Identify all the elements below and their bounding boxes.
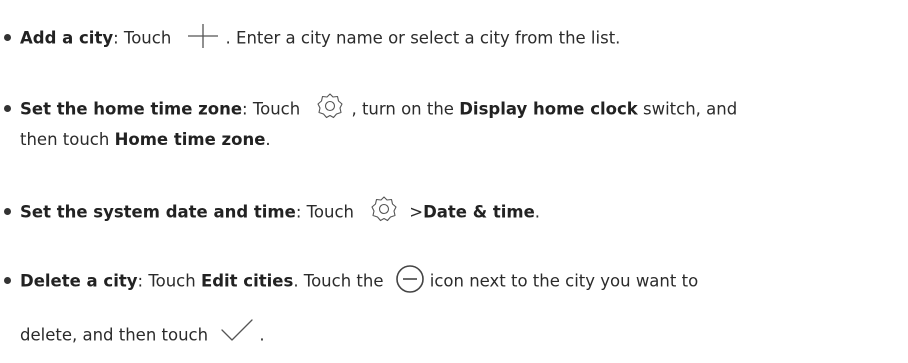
list-item-delete-city: Delete a city: Touch Edit cities. Touch … bbox=[4, 264, 699, 297]
bullet-dot bbox=[4, 207, 11, 215]
home-time-zone-label: Home time zone bbox=[114, 130, 266, 149]
item-text: . Enter a city name or select a city fro… bbox=[225, 28, 621, 48]
edit-cities-label: Edit cities bbox=[200, 271, 294, 291]
date-time-label: Date & time bbox=[423, 202, 535, 222]
list-item-home-time-zone: Set the home time zone: Touch , turn on … bbox=[4, 93, 738, 125]
item-text: . bbox=[534, 202, 541, 222]
minus-circle-icon bbox=[395, 264, 425, 294]
bullet-dot bbox=[4, 104, 11, 112]
plus-icon bbox=[185, 23, 221, 49]
bullet-list: Add a city: Touch . Enter a city name or… bbox=[0, 0, 908, 363]
item-title: Set the home time zone bbox=[20, 99, 243, 119]
item-text: , turn on the bbox=[351, 99, 454, 119]
bullet-dot bbox=[4, 33, 11, 41]
list-item-home-time-zone-line2: then touch Home time zone. bbox=[20, 129, 271, 151]
item-text: switch, and bbox=[642, 99, 738, 119]
item-text: : Touch bbox=[295, 202, 354, 222]
item-text: . bbox=[265, 130, 271, 149]
list-item-delete-city-line2: delete, and then touch . bbox=[20, 319, 265, 349]
list-item-system-date-time: Set the system date and time: Touch >Dat… bbox=[4, 196, 541, 228]
item-title: Add a city bbox=[20, 28, 114, 48]
item-text: delete, and then touch bbox=[20, 325, 209, 345]
item-title: Set the system date and time bbox=[20, 202, 296, 222]
item-text: . bbox=[259, 325, 265, 345]
item-text: then touch bbox=[20, 130, 110, 149]
item-text: > bbox=[409, 202, 424, 222]
checkmark-icon bbox=[219, 317, 255, 343]
bullet-dot bbox=[4, 276, 11, 284]
item-text: . Touch the bbox=[293, 271, 384, 291]
display-home-clock-label: Display home clock bbox=[459, 99, 638, 119]
item-title: Delete a city bbox=[20, 271, 138, 291]
item-text: : Touch bbox=[137, 271, 196, 291]
list-item-add-city: Add a city: Touch . Enter a city name or… bbox=[4, 23, 621, 52]
item-text: : Touch bbox=[242, 99, 301, 119]
item-text: : Touch bbox=[113, 28, 172, 48]
item-text: icon next to the city you want to bbox=[429, 271, 699, 291]
gear-icon bbox=[315, 91, 345, 121]
gear-icon bbox=[369, 194, 399, 224]
